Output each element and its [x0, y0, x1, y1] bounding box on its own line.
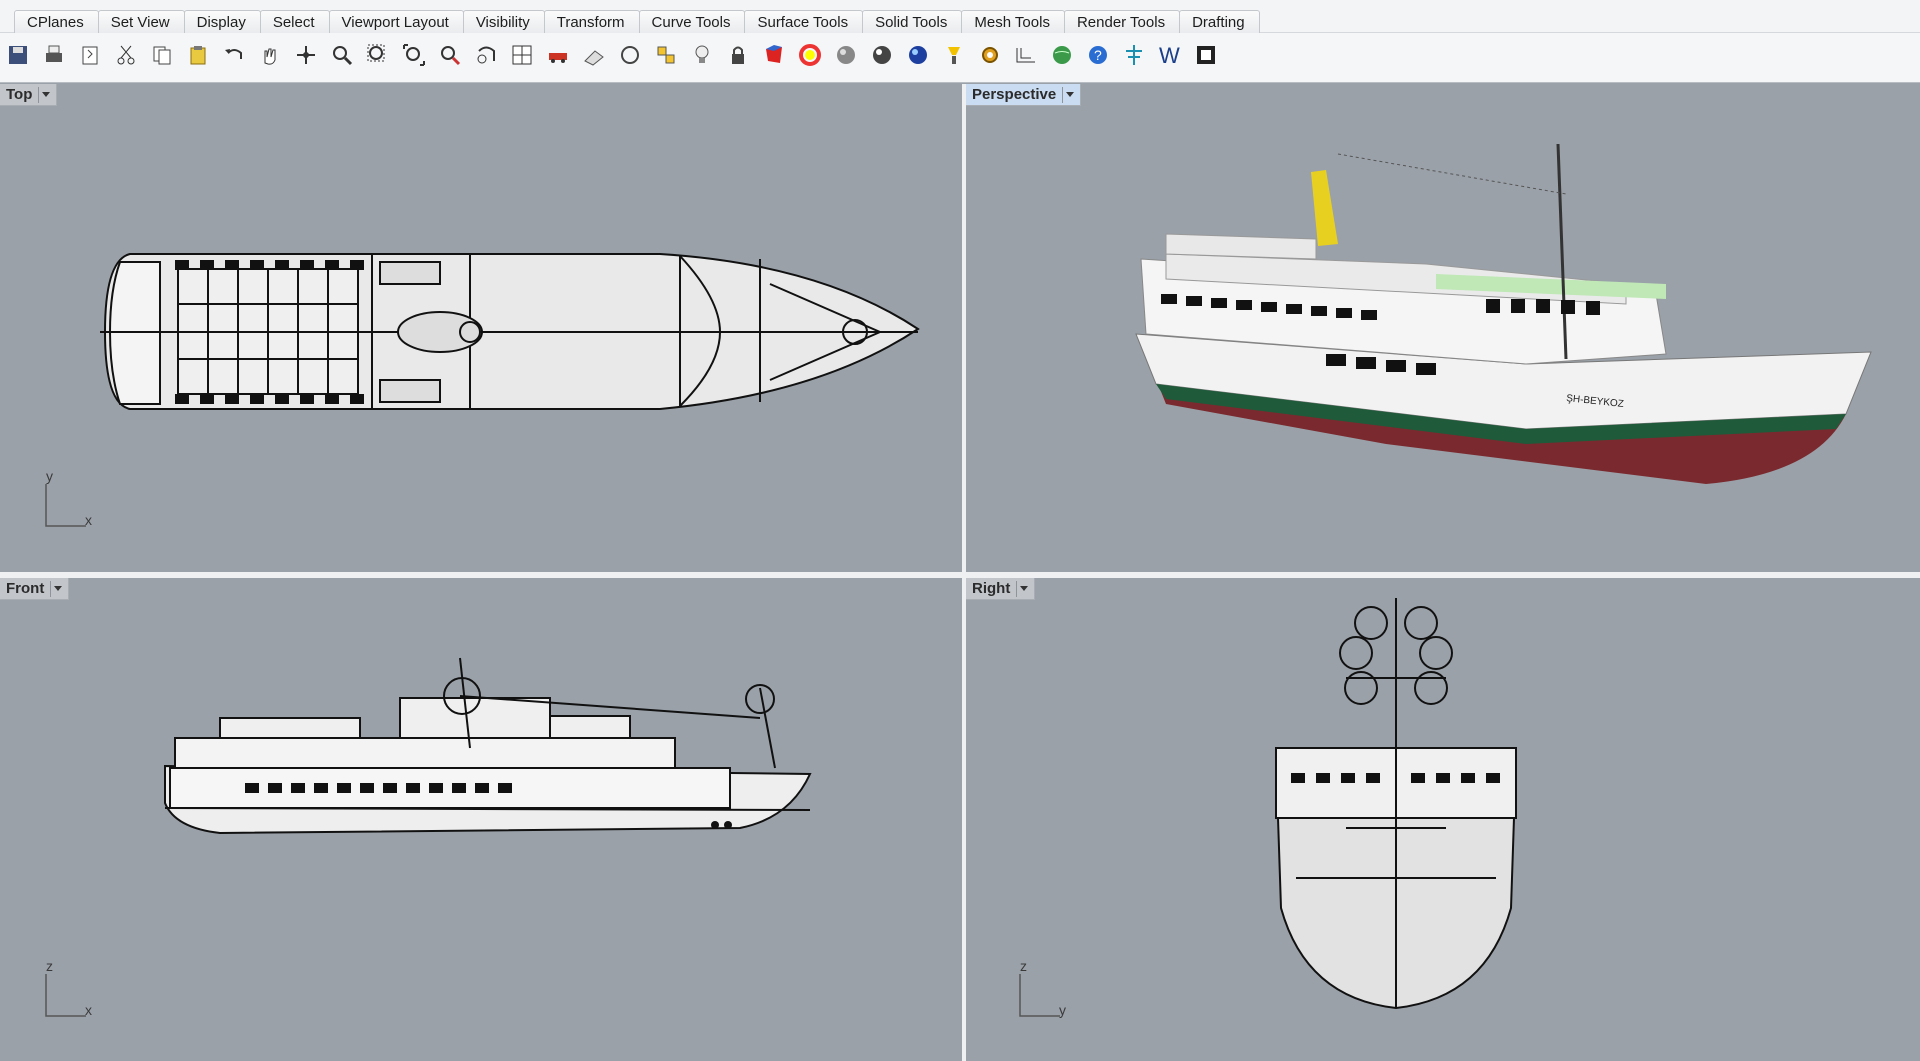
ribbon-tab-mesh-tools[interactable]: Mesh Tools: [961, 10, 1065, 33]
layers-icon[interactable]: [648, 37, 684, 73]
rhino-window: CPlanes Set View Display Select Viewport Lay…: [0, 0, 1920, 1061]
help-icon[interactable]: ?: [1080, 37, 1116, 73]
material-icon[interactable]: [756, 37, 792, 73]
zoom-selected-icon[interactable]: [432, 37, 468, 73]
copy-icon[interactable]: [144, 37, 180, 73]
ribbon-tab-solid-tools[interactable]: Solid Tools: [862, 10, 963, 33]
chevron-down-icon[interactable]: [1016, 580, 1030, 597]
viewport-front[interactable]: Front z x: [0, 578, 962, 1061]
ship-top-plan-view: [100, 253, 920, 410]
save-icon[interactable]: [0, 37, 36, 73]
viewport-frame-icon[interactable]: [1188, 37, 1224, 73]
blue-sphere-icon[interactable]: [900, 37, 936, 73]
ribbon-tab-cplanes[interactable]: CPlanes: [14, 10, 99, 33]
car-icon[interactable]: [540, 37, 576, 73]
grid-icon[interactable]: [576, 37, 612, 73]
four-viewports-icon[interactable]: [504, 37, 540, 73]
ribbon-tab-select[interactable]: Select: [259, 10, 330, 33]
chevron-down-icon[interactable]: [38, 86, 52, 103]
zoom-window-icon[interactable]: [360, 37, 396, 73]
cut-icon[interactable]: [108, 37, 144, 73]
chevron-down-icon[interactable]: [1062, 86, 1076, 103]
dimension-icon[interactable]: [1008, 37, 1044, 73]
ribbon-tab-visibility[interactable]: Visibility: [462, 10, 545, 33]
axis-label-h: x: [85, 512, 92, 528]
ribbon-tab-surface-tools[interactable]: Surface Tools: [744, 10, 864, 33]
ship-front-elevation: [164, 657, 812, 835]
rotate-view-icon[interactable]: [288, 37, 324, 73]
light-icon[interactable]: [684, 37, 720, 73]
ribbon-tab-drafting[interactable]: Drafting: [1179, 10, 1260, 33]
svg-text:?: ?: [1094, 47, 1102, 63]
axis-label-v: z: [1020, 958, 1027, 974]
ribbon-tab-set-view[interactable]: Set View: [97, 10, 185, 33]
viewport-title-right[interactable]: Right: [966, 578, 1036, 600]
toolbar-buttons: ? W: [0, 37, 1224, 73]
viewport-title-label: Top: [6, 86, 33, 103]
viewport-title-label: Right: [972, 580, 1011, 597]
globe-icon[interactable]: [1044, 37, 1080, 73]
ship-perspective-render: ŞH-BEYKOZ: [1135, 143, 1872, 484]
ribbon-tab-curve-tools[interactable]: Curve Tools: [638, 10, 746, 33]
axis-label-h: y: [1059, 1002, 1066, 1018]
zoom-extents-icon[interactable]: [396, 37, 432, 73]
settings-gear-icon[interactable]: [972, 37, 1008, 73]
w-icon[interactable]: W: [1152, 37, 1188, 73]
svg-text:W: W: [1159, 43, 1180, 68]
zoom-icon[interactable]: [324, 37, 360, 73]
ship-right-elevation: [1274, 598, 1518, 1010]
chevron-down-icon[interactable]: [50, 580, 64, 597]
viewport-title-label: Front: [6, 580, 45, 597]
highlight-icon[interactable]: [936, 37, 972, 73]
standard-toolbar: ? W: [0, 33, 1920, 83]
undo-view-icon[interactable]: [468, 37, 504, 73]
ribbon-tab-transform[interactable]: Transform: [543, 10, 640, 33]
shaded-sphere-icon[interactable]: [828, 37, 864, 73]
viewport-title-front[interactable]: Front: [0, 578, 70, 600]
viewport-title-top[interactable]: Top: [0, 84, 58, 106]
axis-label-v: y: [46, 468, 53, 484]
tree-icon[interactable]: [1116, 37, 1152, 73]
viewport-right[interactable]: Right z y: [966, 578, 1920, 1061]
ribbon-tab-viewport-layout[interactable]: Viewport Layout: [328, 10, 464, 33]
viewport-perspective[interactable]: ŞH-BEYKOZ Perspective: [966, 84, 1920, 572]
lock-icon[interactable]: [720, 37, 756, 73]
ribbon-tab-strip: CPlanes Set View Display Select Viewport Lay…: [0, 0, 1920, 33]
circle-icon[interactable]: [612, 37, 648, 73]
paste-icon[interactable]: [180, 37, 216, 73]
axis-label-v: z: [46, 958, 53, 974]
viewport-title-label: Perspective: [972, 86, 1057, 103]
axis-label-h: x: [85, 1002, 92, 1018]
undo-icon[interactable]: [216, 37, 252, 73]
print-icon[interactable]: [36, 37, 72, 73]
viewport-title-perspective[interactable]: Perspective: [966, 84, 1082, 106]
color-wheel-icon[interactable]: [792, 37, 828, 73]
ribbon-tabs: CPlanes Set View Display Select Viewport Lay…: [14, 10, 1260, 33]
import-icon[interactable]: [72, 37, 108, 73]
rendered-sphere-icon[interactable]: [864, 37, 900, 73]
ribbon-tab-render-tools[interactable]: Render Tools: [1063, 10, 1181, 33]
ribbon-tab-display[interactable]: Display: [183, 10, 261, 33]
viewport-top[interactable]: Top y x: [0, 84, 962, 572]
pan-hand-icon[interactable]: [252, 37, 288, 73]
